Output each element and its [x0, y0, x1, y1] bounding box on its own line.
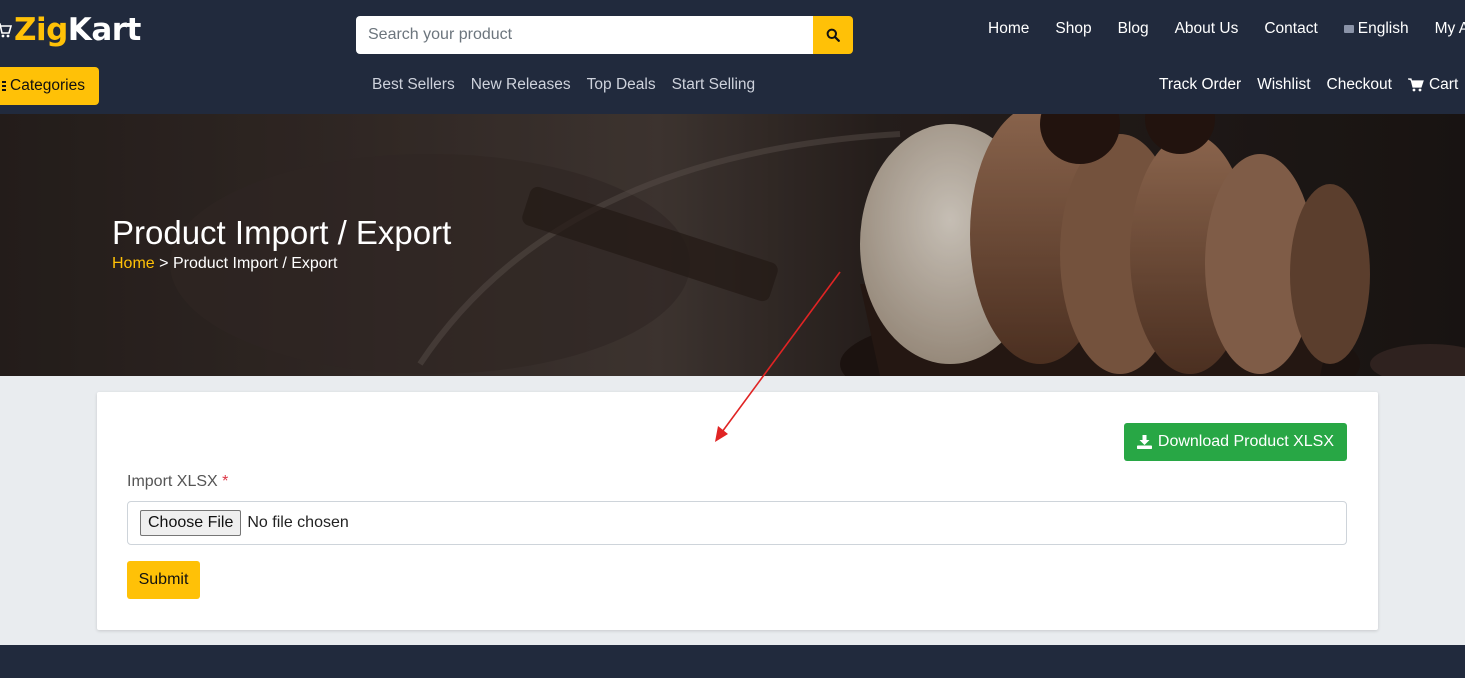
cart-label: Cart [1428, 76, 1459, 93]
breadcrumb: Home > Product Import / Export [112, 255, 337, 273]
import-label-text: Import XLSX [127, 473, 218, 490]
nav-blog[interactable]: Blog [1118, 20, 1149, 38]
brand-name-part2: Kart [67, 12, 142, 48]
menu-icon [2, 81, 6, 91]
import-xlsx-label: Import XLSX * [127, 473, 228, 491]
secondary-nav: Best Sellers New Releases Top Deals Star… [372, 76, 755, 94]
nav-contact[interactable]: Contact [1264, 20, 1317, 38]
submit-button[interactable]: Submit [127, 561, 200, 599]
nav-language[interactable]: English [1343, 20, 1409, 38]
download-icon [1136, 435, 1152, 449]
nav-about-us[interactable]: About Us [1175, 20, 1239, 38]
nav-cart[interactable]: Cart [1407, 76, 1459, 94]
file-status: No file chosen [247, 514, 349, 531]
nav-checkout[interactable]: Checkout [1327, 76, 1392, 94]
nav-my-account[interactable]: My Ac [1435, 20, 1465, 38]
nav-shop[interactable]: Shop [1055, 20, 1091, 38]
search-icon [826, 28, 840, 42]
brand-name-part1: Zig [14, 12, 68, 48]
page-title: Product Import / Export [112, 214, 452, 251]
cart-icon [1407, 78, 1424, 92]
breadcrumb-home[interactable]: Home [112, 255, 155, 272]
nav-home[interactable]: Home [988, 20, 1029, 38]
site-footer [0, 645, 1465, 678]
import-export-card: Download Product XLSX Import XLSX * Choo… [97, 392, 1378, 630]
search-bar [356, 16, 853, 54]
nav-track-order[interactable]: Track Order [1159, 76, 1241, 94]
search-button[interactable] [813, 16, 853, 54]
cart-logo-icon [0, 23, 12, 38]
page-banner: Product Import / Export Home > Product I… [0, 114, 1465, 376]
file-input[interactable]: Choose File No file chosen [127, 501, 1347, 545]
account-nav: Track Order Wishlist Checkout Cart [1159, 76, 1458, 94]
nav-best-sellers[interactable]: Best Sellers [372, 76, 455, 94]
required-mark: * [222, 473, 229, 490]
nav-start-selling[interactable]: Start Selling [672, 76, 756, 94]
nav-wishlist[interactable]: Wishlist [1257, 76, 1310, 94]
download-xlsx-button[interactable]: Download Product XLSX [1123, 423, 1347, 461]
categories-label: Categories [10, 77, 85, 94]
site-header: ZigKart Home Shop Blog About Us Contact … [0, 0, 1465, 114]
breadcrumb-current: Product Import / Export [172, 255, 338, 272]
download-label: Download Product XLSX [1157, 433, 1334, 450]
top-nav: Home Shop Blog About Us Contact English … [988, 18, 1465, 40]
brand-name: ZigKart [14, 10, 141, 50]
language-label: English [1357, 20, 1409, 37]
brand-logo[interactable]: ZigKart [0, 10, 141, 50]
breadcrumb-separator: > [159, 255, 169, 272]
nav-new-releases[interactable]: New Releases [471, 76, 571, 94]
categories-button[interactable]: Categories [0, 67, 99, 105]
nav-top-deals[interactable]: Top Deals [587, 76, 656, 94]
choose-file-button[interactable]: Choose File [140, 510, 242, 536]
flag-icon [1343, 25, 1354, 33]
search-input[interactable] [356, 16, 813, 54]
